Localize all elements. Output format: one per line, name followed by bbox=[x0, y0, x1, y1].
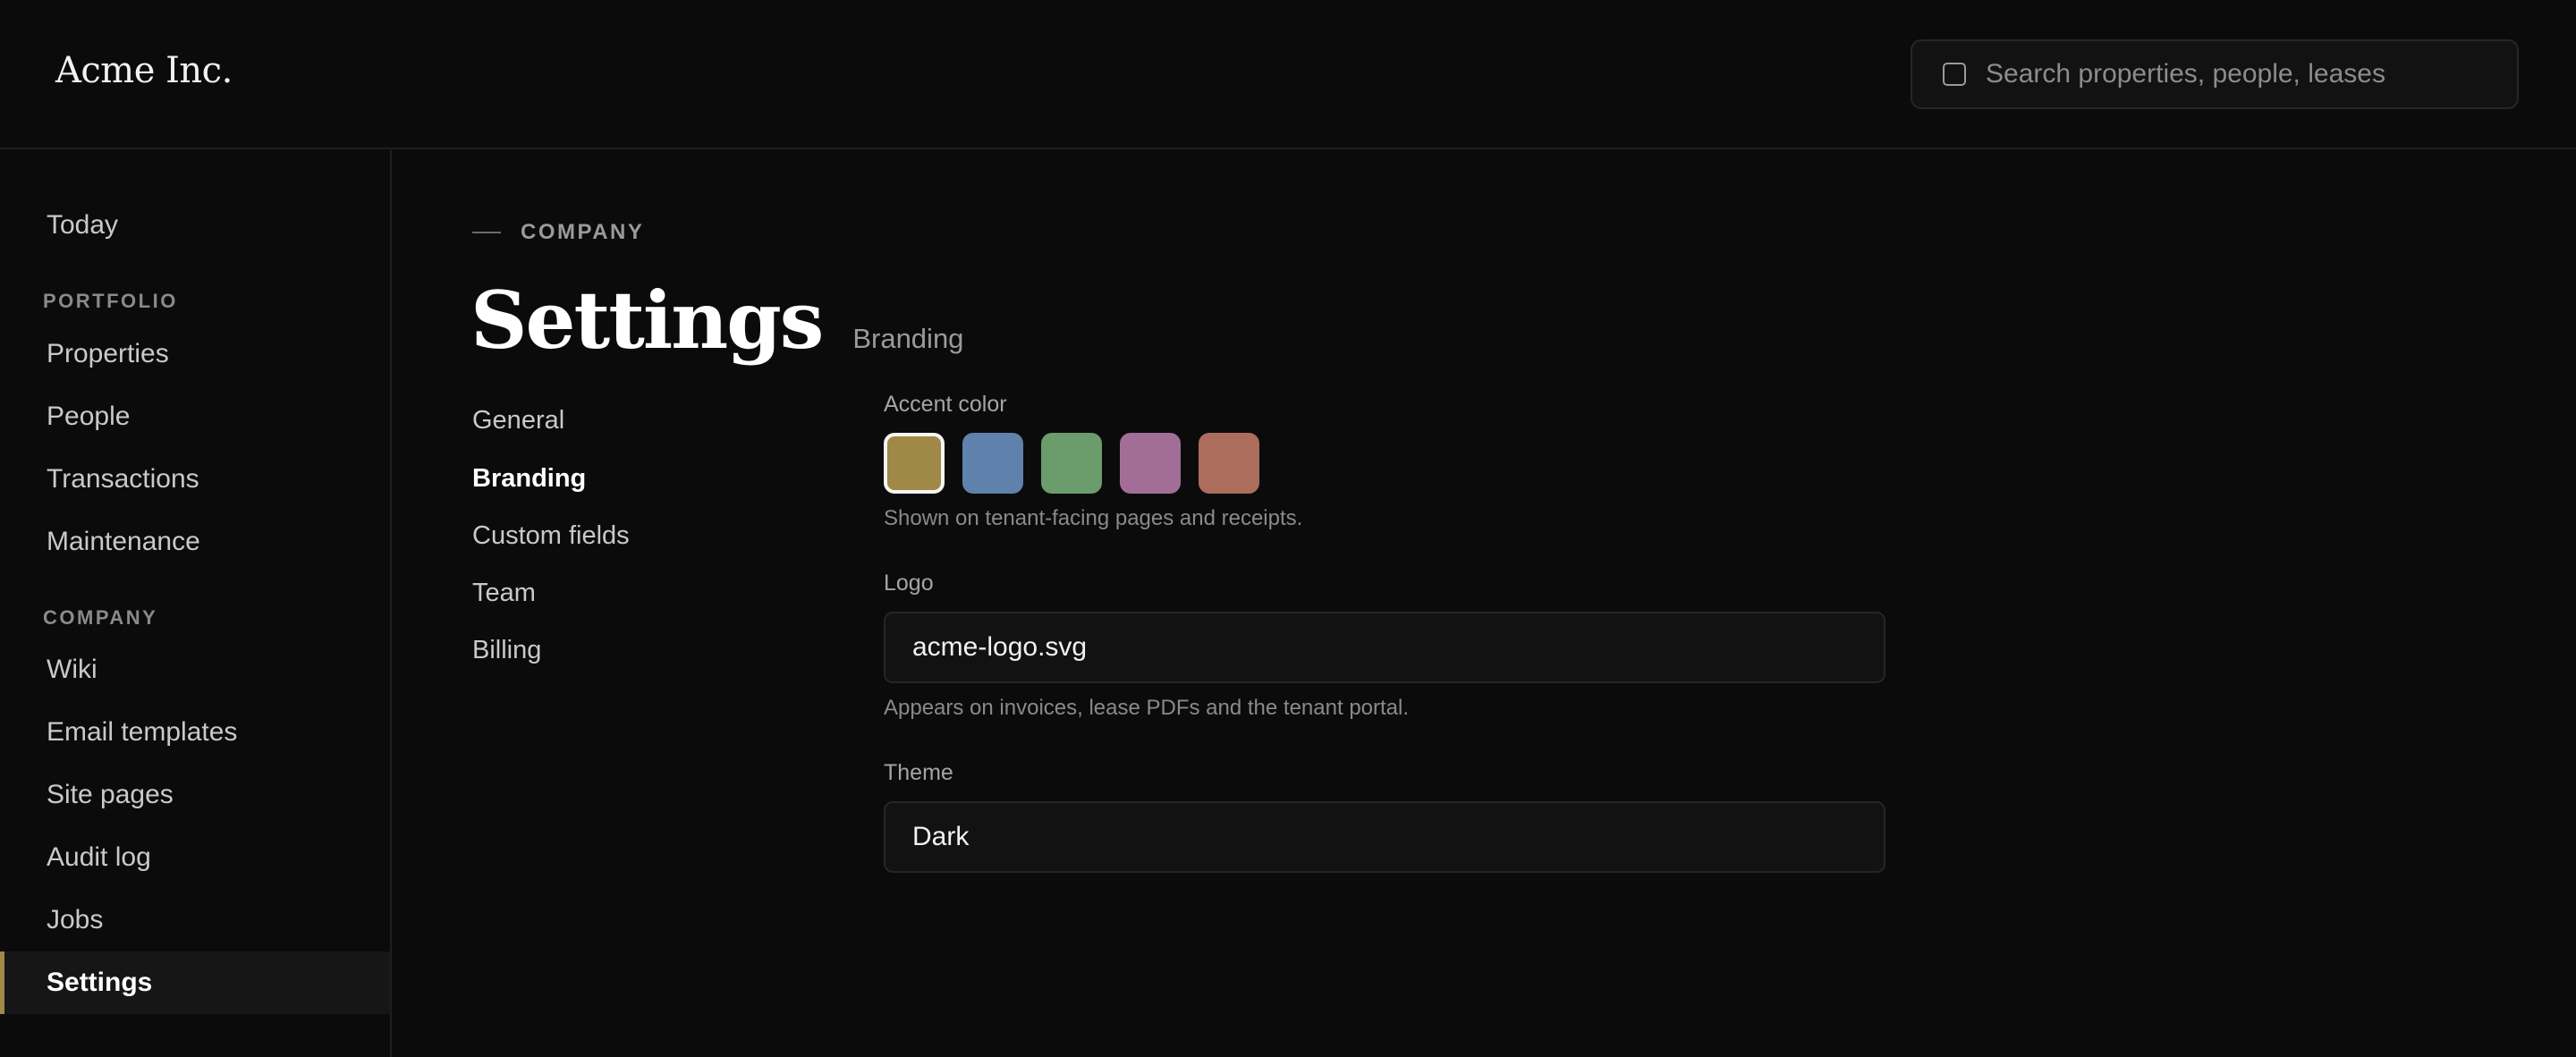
sidebar-item-today[interactable]: Today bbox=[0, 194, 390, 257]
accent-color-help: Shown on tenant-facing pages and receipt… bbox=[884, 506, 1303, 530]
sidebar-item-audit-log[interactable]: Audit log bbox=[0, 826, 390, 889]
logo-input[interactable] bbox=[912, 632, 1807, 663]
logo-help: Appears on invoices, lease PDFs and the … bbox=[884, 696, 1410, 720]
sidebar-section-company: COMPANY bbox=[43, 606, 158, 629]
logo-field[interactable] bbox=[884, 612, 1885, 683]
accent-swatch-terracotta[interactable] bbox=[1199, 433, 1259, 494]
sidebar-item-wiki[interactable]: Wiki bbox=[0, 638, 390, 701]
subnav-billing[interactable]: Billing bbox=[472, 636, 541, 665]
sidebar-item-maintenance[interactable]: Maintenance bbox=[0, 511, 390, 573]
sidebar: Today PORTFOLIO Properties People Transa… bbox=[0, 150, 392, 1057]
accent-color-picker bbox=[884, 433, 1277, 494]
theme-field[interactable] bbox=[884, 801, 1885, 873]
accent-color-label: Accent color bbox=[884, 392, 1007, 417]
subnav-general[interactable]: General bbox=[472, 406, 564, 435]
eyebrow-rule bbox=[472, 232, 501, 233]
accent-swatch-blue[interactable] bbox=[962, 433, 1023, 494]
page-header: Settings Branding bbox=[470, 274, 963, 367]
sidebar-section-portfolio: PORTFOLIO bbox=[43, 290, 178, 312]
theme-label: Theme bbox=[884, 760, 953, 785]
sidebar-item-transactions[interactable]: Transactions bbox=[0, 448, 390, 511]
sidebar-item-settings[interactable]: Settings bbox=[0, 951, 390, 1014]
eyebrow-label: COMPANY bbox=[521, 220, 645, 244]
sidebar-item-people[interactable]: People bbox=[0, 385, 390, 448]
subnav-branding[interactable]: Branding bbox=[472, 464, 586, 494]
brand-logo[interactable]: Acme Inc. bbox=[55, 50, 233, 91]
search-icon bbox=[1943, 63, 1966, 86]
theme-input[interactable] bbox=[912, 822, 1807, 852]
sidebar-item-email-templates[interactable]: Email templates bbox=[0, 701, 390, 764]
accent-swatch-purple[interactable] bbox=[1120, 433, 1181, 494]
accent-swatch-gold[interactable] bbox=[884, 433, 945, 494]
logo-label: Logo bbox=[884, 571, 934, 596]
search-box[interactable] bbox=[1911, 39, 2519, 109]
page-subtitle: Branding bbox=[852, 323, 964, 354]
sidebar-item-properties[interactable]: Properties bbox=[0, 323, 390, 385]
breadcrumb: COMPANY bbox=[472, 220, 644, 245]
subnav-custom-fields[interactable]: Custom fields bbox=[472, 521, 630, 551]
accent-swatch-green[interactable] bbox=[1041, 433, 1102, 494]
subnav-team[interactable]: Team bbox=[472, 579, 536, 608]
sidebar-item-site-pages[interactable]: Site pages bbox=[0, 764, 390, 826]
top-bar: Acme Inc. bbox=[0, 0, 2576, 149]
sidebar-item-jobs[interactable]: Jobs bbox=[0, 889, 390, 951]
page-title: Settings bbox=[470, 274, 824, 367]
search-input[interactable] bbox=[1986, 59, 2487, 89]
